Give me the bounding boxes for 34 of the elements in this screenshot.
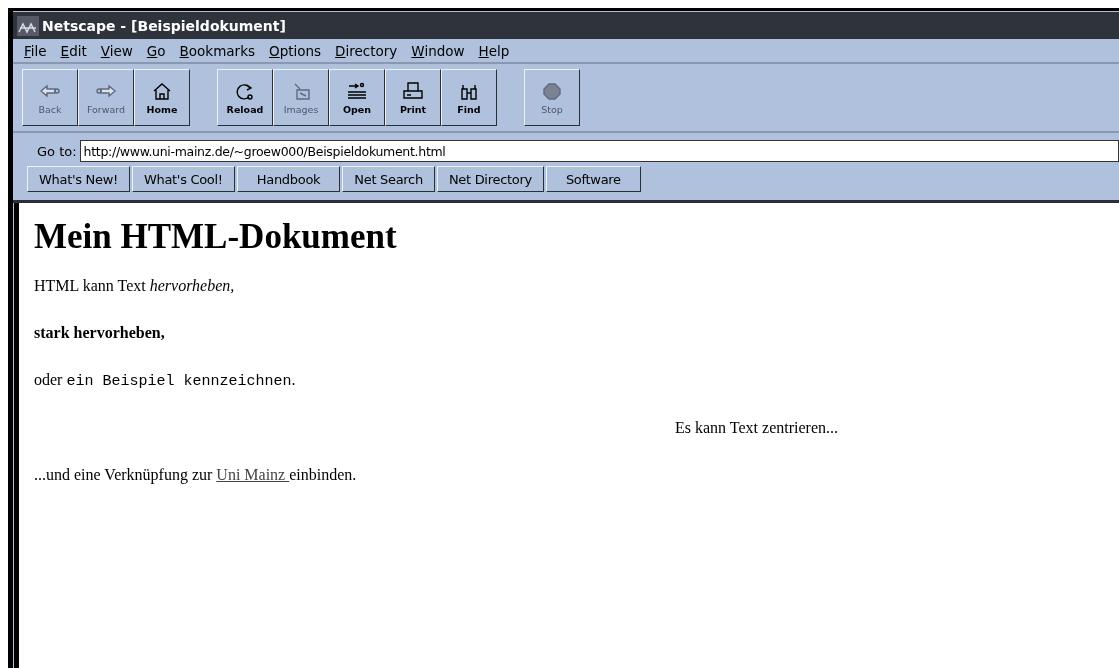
paragraph: HTML kann Text hervorheben,	[34, 277, 236, 295]
menu-item[interactable]: Window	[404, 43, 472, 59]
toolbar-button[interactable]: Open	[329, 69, 385, 126]
menu-item[interactable]: View	[93, 43, 140, 59]
directory-button[interactable]: What's Cool!	[131, 166, 235, 192]
menu-item[interactable]: File	[17, 43, 54, 59]
paragraph: oder ein Beispiel kennzeichnen.	[34, 371, 297, 390]
directory-button[interactable]: Net Search	[342, 166, 435, 192]
url-field[interactable]: http://www.uni-mainz.de/~groew000/Beispieldokument.html	[79, 140, 1119, 162]
directory-button[interactable]: Net Directory	[436, 166, 544, 192]
window-title: Netscape - [Beispieldokument]	[42, 17, 286, 34]
stop-sign-icon	[540, 80, 564, 101]
printer-icon	[401, 80, 425, 101]
paragraph: Es kann Text zentrieren...	[674, 419, 839, 437]
location-label: Go to:	[37, 143, 77, 159]
menu-item[interactable]: Edit	[53, 43, 94, 59]
directory-button[interactable]: What's New!	[27, 166, 130, 192]
page-heading: Mein HTML-Dokument	[34, 217, 398, 257]
paragraph: ...und eine Verknüpfung zur Uni Mainz einbinden.	[34, 466, 358, 484]
app-icon[interactable]	[17, 15, 39, 36]
toolbar-button[interactable]: Home	[134, 69, 190, 126]
toolbar-button[interactable]: Print	[385, 69, 441, 126]
link[interactable]: Uni Mainz	[216, 466, 290, 483]
toolbar-button[interactable]: Reload	[217, 69, 273, 126]
menu-item[interactable]: Go	[139, 43, 173, 59]
menu-item[interactable]: Options	[262, 43, 329, 59]
open-icon	[345, 80, 369, 101]
toolbar-button[interactable]: Find	[441, 69, 497, 126]
paragraph: stark hervorheben,	[34, 324, 166, 342]
directory-button[interactable]: Handbook	[236, 166, 341, 192]
directory-button[interactable]: Software	[545, 166, 641, 192]
menu-item[interactable]: Bookmarks	[172, 43, 262, 59]
menu-item[interactable]: Help	[471, 43, 517, 59]
menu-item[interactable]: Directory	[328, 43, 405, 59]
